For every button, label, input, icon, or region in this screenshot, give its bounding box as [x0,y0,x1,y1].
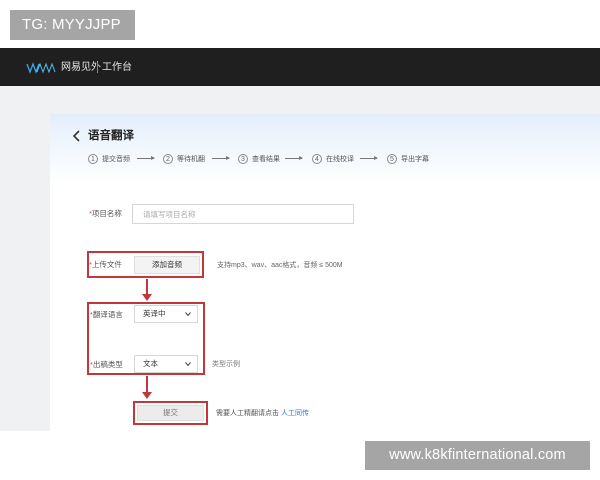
select-value: 英译中 [143,309,166,318]
project-name-label: *项目名称 [89,209,122,218]
translate-language-label: *翻译语言 [90,310,123,319]
output-type-select[interactable]: 文本 [134,355,198,373]
step-label: 导出字幕 [401,156,429,163]
step-view-result: 3 查看结果 [238,153,280,165]
manual-translation-hint: 需要人工精翻请点击 人工同传 [216,410,309,417]
page-title: 语音翻译 [88,130,134,142]
translate-language-select[interactable]: 英译中 [134,305,198,323]
step-number: 1 [88,154,98,164]
watermark: www.k8kfinternational.com [365,441,590,470]
brand-logo-icon [26,62,56,74]
panel-header-gradient [50,114,600,184]
manual-interpretation-link[interactable]: 人工同传 [281,410,309,417]
type-example-link[interactable]: 类型示例 [212,360,240,370]
step-wait-mt: 2 等待机翻 [163,153,205,165]
step-arrow-icon [212,156,230,160]
step-number: 4 [312,154,322,164]
upload-file-label: *上传文件 [89,260,122,269]
step-arrow-icon [137,156,155,160]
step-label: 查看结果 [252,156,280,163]
step-label: 在线校译 [326,156,354,163]
chevron-down-icon [185,362,191,367]
step-number: 3 [238,154,248,164]
step-online-proofread: 4 在线校译 [312,153,354,165]
project-name-input[interactable] [132,204,354,224]
brand-name[interactable]: 网易见外 [61,61,101,75]
upload-format-hint: 支持mp3、wav、aac格式，音频 ≤ 500M [217,262,343,269]
step-label: 提交音频 [102,156,130,163]
header-divider [97,62,98,73]
overlay-tag: TG: MYYJJPP [10,10,135,40]
select-value: 文本 [143,359,158,368]
step-arrow-icon [360,156,378,160]
step-number: 2 [163,154,173,164]
flow-arrow-down-icon [142,279,152,301]
step-submit-audio: 1 提交音频 [88,153,130,165]
flow-arrow-down-icon [142,376,152,399]
chevron-left-icon[interactable] [72,130,82,142]
submit-button[interactable]: 提交 [137,405,204,421]
step-export-subtitles: 5 导出字幕 [387,153,429,165]
step-label: 等待机翻 [177,156,205,163]
chevron-down-icon [185,312,191,317]
add-audio-button[interactable]: 添加音频 [134,256,200,274]
output-type-label: *出稿类型 [90,360,123,369]
step-arrow-icon [285,156,303,160]
step-number: 5 [387,154,397,164]
workspace-link[interactable]: 工作台 [102,61,132,75]
